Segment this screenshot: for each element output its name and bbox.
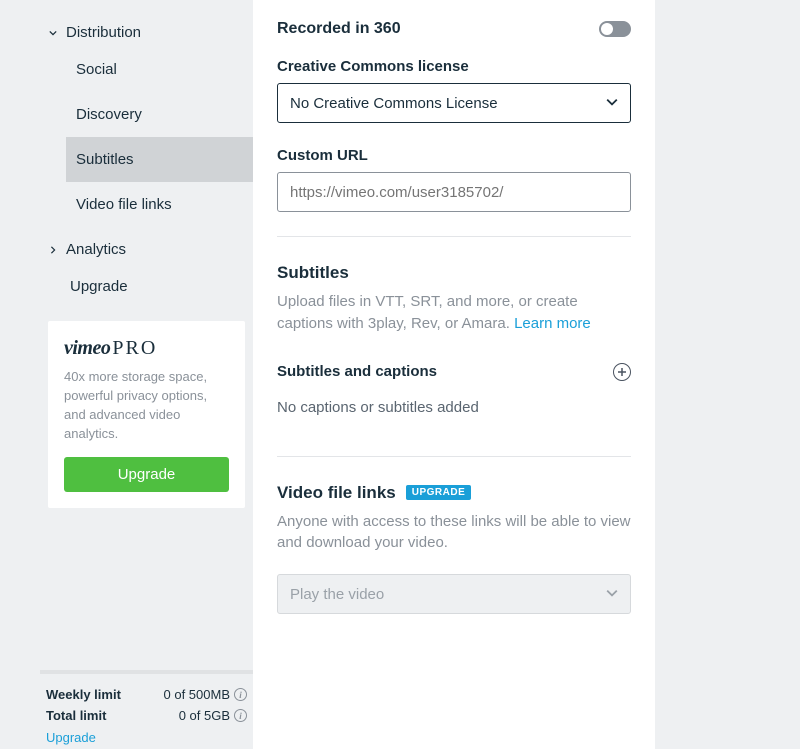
subtitles-section-desc: Upload files in VTT, SRT, and more, or c… xyxy=(277,291,631,335)
info-icon[interactable]: i xyxy=(234,709,247,722)
chevron-down-icon xyxy=(606,586,618,602)
play-video-select: Play the video xyxy=(277,574,631,614)
total-limit-value: 0 of 5GB xyxy=(179,708,230,723)
info-icon[interactable]: i xyxy=(234,688,247,701)
logo-sub: PRO xyxy=(112,337,157,359)
weekly-limit-value: 0 of 500MB xyxy=(164,687,231,702)
weekly-limit-row: Weekly limit 0 of 500MB i xyxy=(46,684,247,705)
cc-license-field: Creative Commons license No Creative Com… xyxy=(277,58,631,123)
upgrade-link[interactable]: Upgrade xyxy=(46,726,247,745)
promo-card: vimeoPRO 40x more storage space, powerfu… xyxy=(48,321,245,508)
sidebar-items: Social Discovery Subtitles Video file li… xyxy=(40,47,253,227)
video-file-links-title: Video file links xyxy=(277,483,396,503)
divider xyxy=(277,236,631,237)
total-limit-row: Total limit 0 of 5GB i xyxy=(46,705,247,726)
custom-url-label: Custom URL xyxy=(277,147,631,164)
cc-license-label: Creative Commons license xyxy=(277,58,631,75)
weekly-limit-label: Weekly limit xyxy=(46,687,121,702)
add-icon[interactable] xyxy=(613,363,631,381)
nav-header-distribution[interactable]: Distribution xyxy=(40,18,253,47)
sidebar-item-video-file-links[interactable]: Video file links xyxy=(66,182,253,227)
promo-description: 40x more storage space, powerful privacy… xyxy=(64,368,229,443)
play-video-value: Play the video xyxy=(290,586,384,603)
learn-more-link[interactable]: Learn more xyxy=(514,315,591,332)
sidebar-item-discovery[interactable]: Discovery xyxy=(66,92,253,137)
video-file-links-header: Video file links UPGRADE xyxy=(277,483,631,503)
nav-header-label: Distribution xyxy=(66,24,141,41)
sidebar-item-upgrade[interactable]: Upgrade xyxy=(40,264,253,309)
nav-header-label: Analytics xyxy=(66,241,126,258)
cc-license-select[interactable]: No Creative Commons License xyxy=(277,83,631,123)
sidebar-item-social[interactable]: Social xyxy=(66,47,253,92)
chevron-down-icon xyxy=(48,28,58,38)
sidebar: Distribution Social Discovery Subtitles … xyxy=(0,0,253,749)
recorded-360-toggle[interactable] xyxy=(599,21,631,37)
main-panel: Recorded in 360 Creative Commons license… xyxy=(253,0,655,749)
no-captions-note: No captions or subtitles added xyxy=(277,399,631,416)
sidebar-footer: Weekly limit 0 of 500MB i Total limit 0 … xyxy=(40,673,253,749)
subtitles-section-title: Subtitles xyxy=(277,263,631,283)
logo-main: vimeo xyxy=(64,337,110,359)
divider xyxy=(277,456,631,457)
nav-header-analytics[interactable]: Analytics xyxy=(40,235,253,264)
custom-url-input[interactable] xyxy=(277,172,631,212)
scrollbar[interactable] xyxy=(40,670,253,674)
subtitles-captions-label: Subtitles and captions xyxy=(277,363,437,380)
chevron-down-icon xyxy=(606,95,618,111)
sidebar-item-subtitles[interactable]: Subtitles xyxy=(66,137,253,182)
nav-group-distribution: Distribution Social Discovery Subtitles … xyxy=(40,0,253,227)
total-limit-label: Total limit xyxy=(46,708,106,723)
recorded-360-row: Recorded in 360 xyxy=(277,0,631,58)
gutter xyxy=(655,0,800,749)
custom-url-field: Custom URL xyxy=(277,147,631,212)
chevron-right-icon xyxy=(48,245,58,255)
recorded-360-label: Recorded in 360 xyxy=(277,20,401,38)
upgrade-badge[interactable]: UPGRADE xyxy=(406,485,472,500)
video-file-links-desc: Anyone with access to these links will b… xyxy=(277,511,631,555)
vimeo-pro-logo: vimeoPRO xyxy=(64,337,229,360)
cc-license-value: No Creative Commons License xyxy=(290,95,498,112)
upgrade-button[interactable]: Upgrade xyxy=(64,457,229,492)
subtitles-captions-row: Subtitles and captions xyxy=(277,363,631,381)
